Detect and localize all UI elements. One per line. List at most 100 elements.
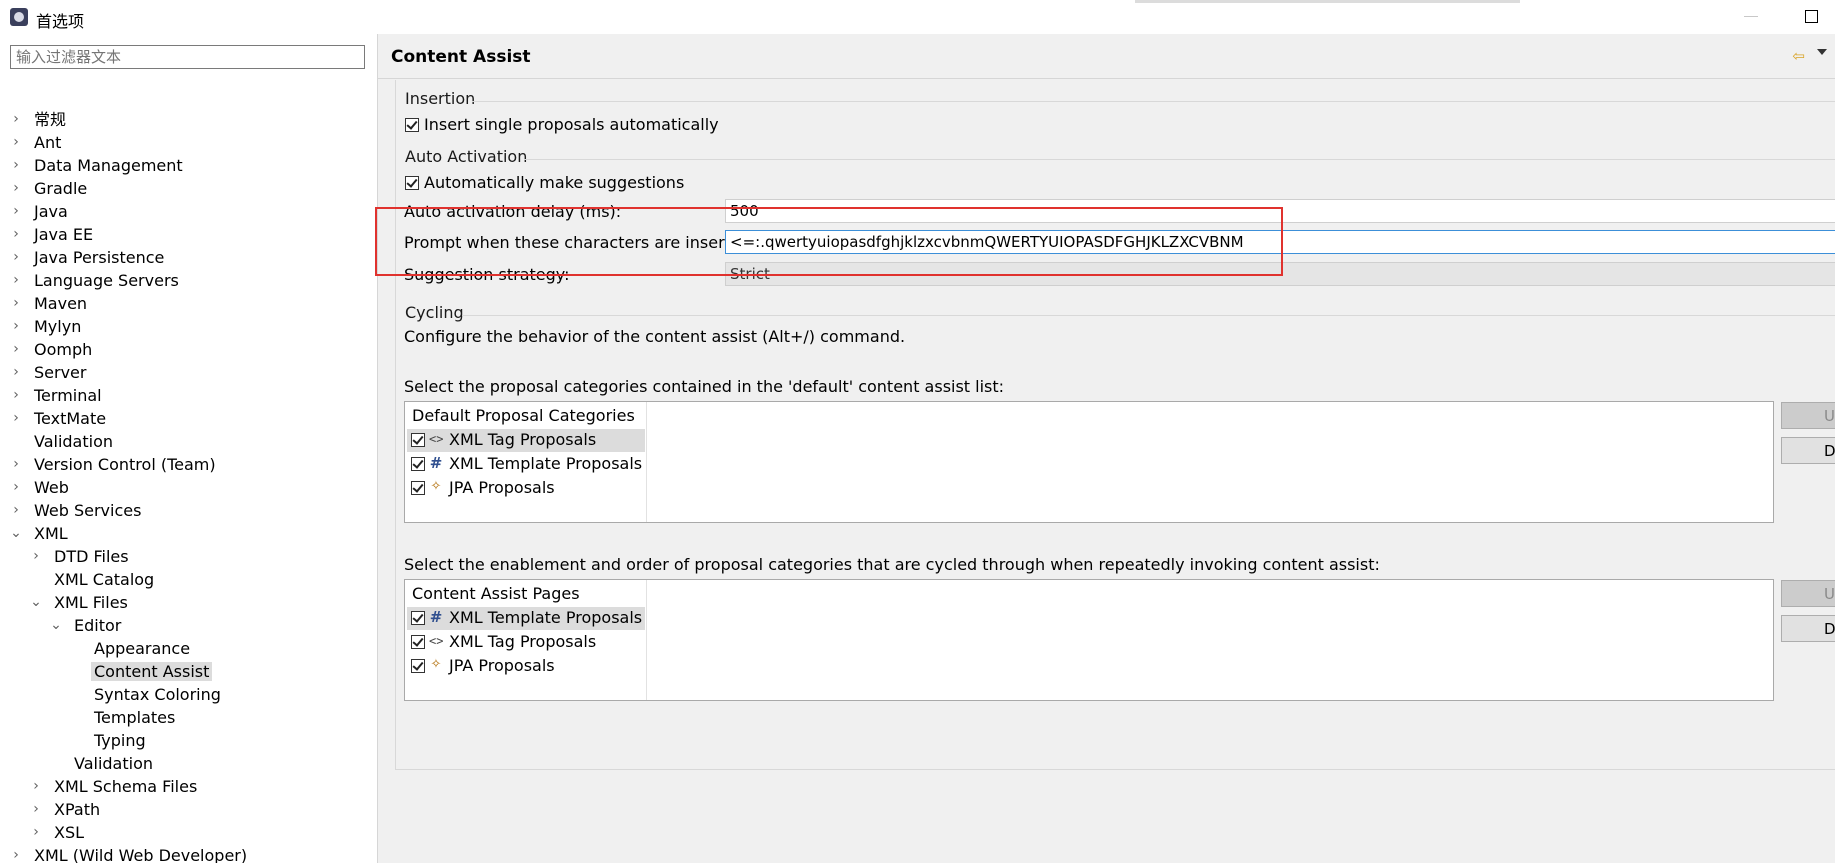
chevron-right-icon[interactable] (49, 752, 63, 775)
tree-item[interactable]: ⌄ XML (10, 522, 71, 545)
category-checkbox[interactable] (411, 611, 425, 625)
tree-item[interactable]: › XML (Wild Web Developer) (13, 844, 250, 863)
tree-item-label: Web Services (34, 501, 142, 520)
chevron-right-icon[interactable]: › (9, 407, 23, 430)
chevron-right-icon[interactable]: › (9, 499, 23, 522)
tree-item[interactable]: › XPath (33, 798, 103, 821)
minimize-icon[interactable] (1744, 16, 1758, 17)
xml-tag-icon: <> (429, 634, 444, 648)
chevron-right-icon[interactable] (29, 568, 43, 591)
chevron-right-icon[interactable]: › (9, 108, 23, 131)
tree-item-label: Templates (94, 708, 176, 727)
chevron-right-icon[interactable]: › (9, 844, 23, 863)
default-up-button[interactable]: Up (1781, 402, 1835, 429)
chevron-right-icon[interactable]: › (9, 154, 23, 177)
tree-item[interactable]: › Java (13, 200, 71, 223)
tree-item[interactable]: › Server (13, 361, 89, 384)
list-item[interactable]: # XML Template Proposals (407, 453, 645, 476)
tree-item[interactable]: › Language Servers (13, 269, 182, 292)
back-arrow-icon[interactable]: ⇦ (1792, 47, 1805, 65)
tree-item-label: Oomph (34, 340, 93, 359)
category-checkbox[interactable] (411, 635, 425, 649)
tree-item[interactable]: › Mylyn (13, 315, 84, 338)
chevron-right-icon[interactable]: › (9, 131, 23, 154)
cycling-up-button[interactable]: Up (1781, 580, 1835, 607)
chevron-right-icon[interactable] (69, 706, 83, 729)
chevron-right-icon[interactable]: › (9, 246, 23, 269)
chevron-right-icon[interactable] (9, 430, 23, 453)
tree-item[interactable]: Syntax Coloring (91, 683, 224, 706)
tree-item[interactable]: › Web Services (13, 499, 144, 522)
maximize-icon[interactable] (1805, 10, 1818, 23)
category-checkbox[interactable] (411, 659, 425, 673)
list-item[interactable]: <> XML Tag Proposals (407, 429, 645, 452)
tree-item[interactable]: Validation (31, 430, 116, 453)
tree-item[interactable]: Typing (91, 729, 149, 752)
category-checkbox[interactable] (411, 433, 425, 447)
tree-item[interactable]: › XML Schema Files (33, 775, 200, 798)
tree-item[interactable]: Templates (91, 706, 178, 729)
make-suggestions-checkbox[interactable] (405, 176, 419, 190)
tree-item[interactable]: Validation (71, 752, 156, 775)
chevron-right-icon[interactable] (69, 683, 83, 706)
tree-item-label: Validation (34, 432, 114, 451)
activation-chars-input[interactable]: <=:.qwertyuiopasdfghjklzxcvbnmQWERTYUIOP… (725, 230, 1835, 254)
chevron-right-icon[interactable]: › (29, 775, 43, 798)
list-item[interactable]: ✧ JPA Proposals (407, 477, 645, 500)
list-item[interactable]: # XML Template Proposals (407, 607, 645, 630)
insertion-group-line (472, 101, 1835, 102)
chevron-right-icon[interactable]: › (9, 476, 23, 499)
tree-item[interactable]: XML Catalog (51, 568, 157, 591)
tree-item[interactable]: › Web (13, 476, 72, 499)
tree-item[interactable]: › Maven (13, 292, 90, 315)
chevron-right-icon[interactable]: › (9, 177, 23, 200)
list-item[interactable]: ✧ JPA Proposals (407, 655, 645, 678)
chevron-right-icon[interactable]: › (9, 384, 23, 407)
filter-input[interactable] (10, 45, 365, 69)
default-down-button[interactable]: Down (1781, 437, 1835, 464)
tree-item[interactable]: ⌄ XML Files (30, 591, 131, 614)
category-checkbox[interactable] (411, 457, 425, 471)
chevron-right-icon[interactable]: › (29, 821, 43, 844)
chevron-right-icon[interactable]: › (9, 361, 23, 384)
tree-item[interactable]: › Terminal (13, 384, 105, 407)
tree-item[interactable]: ⌄ Editor (50, 614, 124, 637)
chevron-right-icon[interactable]: › (9, 292, 23, 315)
suggestion-strategy-select[interactable]: Strict (725, 262, 1835, 286)
chevron-right-icon[interactable] (69, 637, 83, 660)
view-menu-icon[interactable] (1817, 49, 1827, 55)
tree-item[interactable]: › 常规 (13, 108, 69, 131)
category-checkbox[interactable] (411, 481, 425, 495)
tree-item[interactable]: › Java EE (13, 223, 96, 246)
tree-item[interactable]: › Data Management (13, 154, 186, 177)
chevron-right-icon[interactable]: › (29, 798, 43, 821)
chevron-right-icon[interactable]: › (9, 338, 23, 361)
tree-item[interactable]: › Gradle (13, 177, 90, 200)
chevron-right-icon[interactable] (69, 729, 83, 752)
tree-item[interactable]: › Version Control (Team) (13, 453, 219, 476)
chevron-down-icon[interactable]: ⌄ (29, 591, 43, 614)
chevron-right-icon[interactable]: › (9, 453, 23, 476)
tree-item[interactable]: › TextMate (13, 407, 109, 430)
tree-item[interactable]: › DTD Files (33, 545, 132, 568)
chevron-down-icon[interactable]: ⌄ (49, 614, 63, 637)
tree-item[interactable]: › Ant (13, 131, 64, 154)
delay-input[interactable]: 500 (725, 199, 1835, 223)
chevron-right-icon[interactable]: › (9, 315, 23, 338)
chevron-right-icon[interactable] (69, 660, 83, 683)
chevron-right-icon[interactable]: › (29, 545, 43, 568)
tree-item[interactable]: Appearance (91, 637, 193, 660)
tree-item-label: XPath (54, 800, 101, 819)
tree-item[interactable]: › XSL (33, 821, 87, 844)
tree-item[interactable]: Content Assist (91, 660, 213, 683)
chevron-down-icon[interactable]: ⌄ (9, 522, 23, 545)
cycling-down-button[interactable]: Down (1781, 615, 1835, 642)
tree-item[interactable]: › Oomph (13, 338, 95, 361)
chevron-right-icon[interactable]: › (9, 269, 23, 292)
insert-single-proposals-checkbox[interactable] (405, 118, 419, 132)
chevron-right-icon[interactable]: › (9, 223, 23, 246)
page-title: Content Assist (391, 47, 531, 67)
list-item[interactable]: <> XML Tag Proposals (407, 631, 645, 654)
tree-item[interactable]: › Java Persistence (13, 246, 167, 269)
chevron-right-icon[interactable]: › (9, 200, 23, 223)
